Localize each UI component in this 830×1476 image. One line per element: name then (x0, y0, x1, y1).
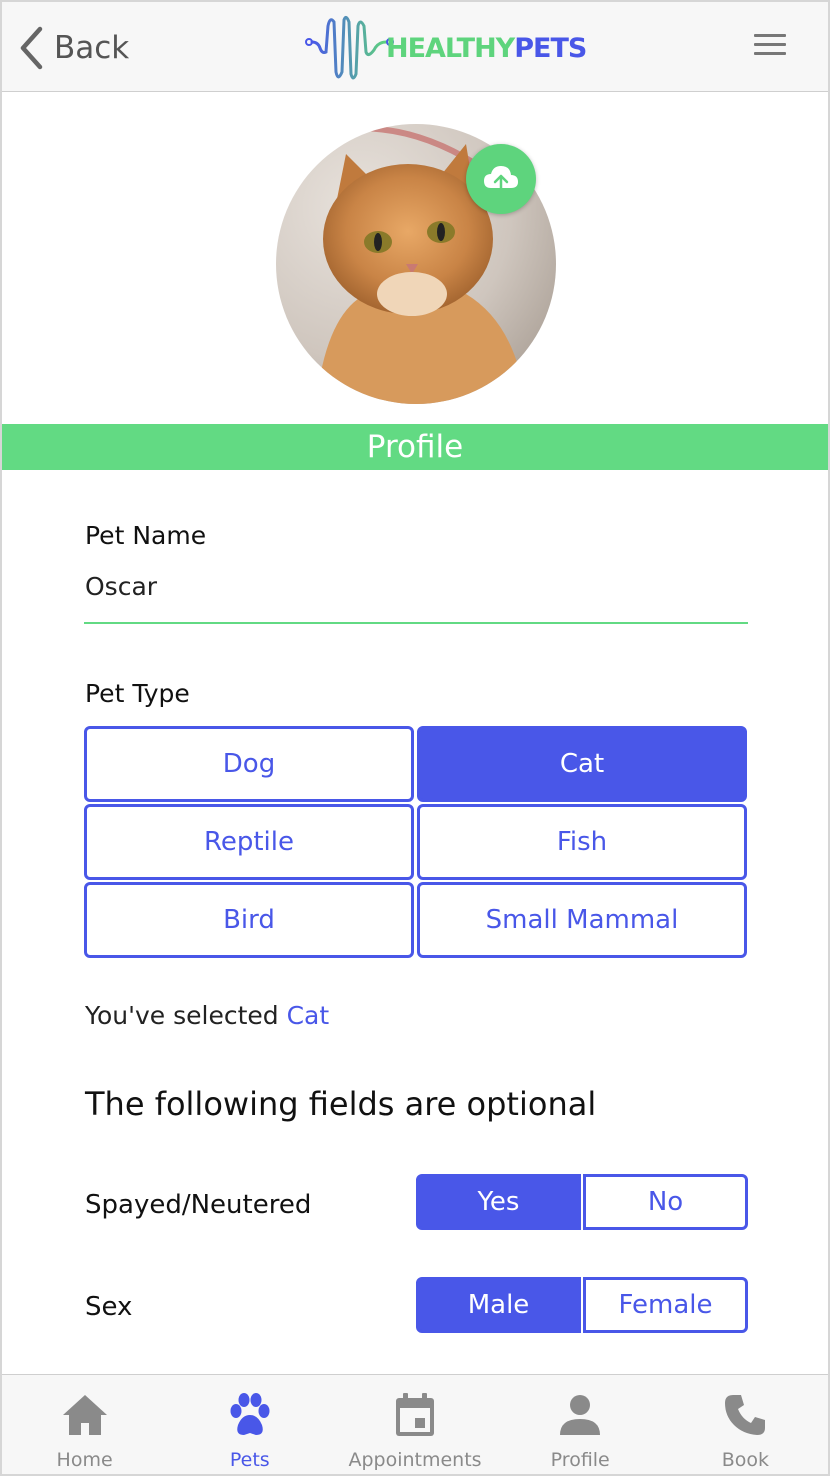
phone-icon (725, 1395, 766, 1435)
cloud-upload-icon (484, 166, 518, 193)
calendar-icon (396, 1393, 434, 1436)
tab-home-label: Home (56, 1449, 113, 1471)
top-header: Back HEALTHYPETS (2, 2, 828, 92)
bottom-tab-bar: Home Pets Appointments Profile Book (2, 1374, 828, 1474)
upload-photo-button[interactable] (466, 144, 536, 214)
pet-type-small-mammal-button[interactable]: Small Mammal (417, 882, 747, 958)
home-icon (62, 1395, 107, 1435)
spayed-yes-button[interactable]: Yes (416, 1174, 581, 1230)
pet-type-label: Pet Type (85, 679, 190, 708)
logo-text-healthy: HEALTHY (386, 32, 515, 64)
back-button[interactable]: Back (18, 24, 129, 72)
pet-name-input[interactable] (84, 566, 748, 624)
tab-appointments[interactable]: Appointments (332, 1375, 497, 1474)
selected-value: Cat (286, 1001, 330, 1030)
person-icon (560, 1395, 601, 1435)
pet-type-fish-button[interactable]: Fish (417, 804, 747, 880)
tab-profile[interactable]: Profile (498, 1375, 663, 1474)
selected-prefix: You've selected (85, 1001, 279, 1030)
pet-name-label: Pet Name (85, 521, 207, 550)
back-label: Back (54, 30, 130, 66)
spayed-neutered-label: Spayed/Neutered (85, 1190, 312, 1220)
paw-icon (230, 1393, 270, 1435)
selected-pet-type-text: You've selected Cat (85, 1001, 329, 1030)
pet-type-dog-button[interactable]: Dog (84, 726, 414, 802)
tab-home[interactable]: Home (2, 1375, 167, 1474)
tab-pets-label: Pets (229, 1449, 270, 1471)
spayed-neutered-toggle: Yes No (416, 1174, 748, 1230)
sex-female-button[interactable]: Female (583, 1277, 748, 1333)
hamburger-menu-icon[interactable] (754, 34, 786, 56)
healthypets-logo: HEALTHYPETS (304, 12, 587, 84)
pet-type-cat-button[interactable]: Cat (417, 726, 747, 802)
logo-text-pets: PETS (514, 32, 587, 64)
tab-book-label: Book (721, 1449, 770, 1471)
sex-toggle: Male Female (416, 1277, 748, 1333)
tab-pets[interactable]: Pets (167, 1375, 332, 1474)
pet-type-reptile-button[interactable]: Reptile (84, 804, 414, 880)
spayed-no-button[interactable]: No (583, 1174, 748, 1230)
tab-appointments-label: Appointments (348, 1449, 482, 1471)
pet-type-bird-button[interactable]: Bird (84, 882, 414, 958)
chevron-left-icon (20, 26, 43, 70)
sex-label: Sex (85, 1292, 133, 1322)
tab-profile-label: Profile (550, 1449, 610, 1471)
heartbeat-logo-icon (305, 15, 394, 80)
sex-male-button[interactable]: Male (416, 1277, 581, 1333)
tab-book[interactable]: Book (663, 1375, 828, 1474)
profile-section-header: Profile (2, 424, 828, 470)
optional-fields-heading: The following fields are optional (85, 1085, 597, 1123)
